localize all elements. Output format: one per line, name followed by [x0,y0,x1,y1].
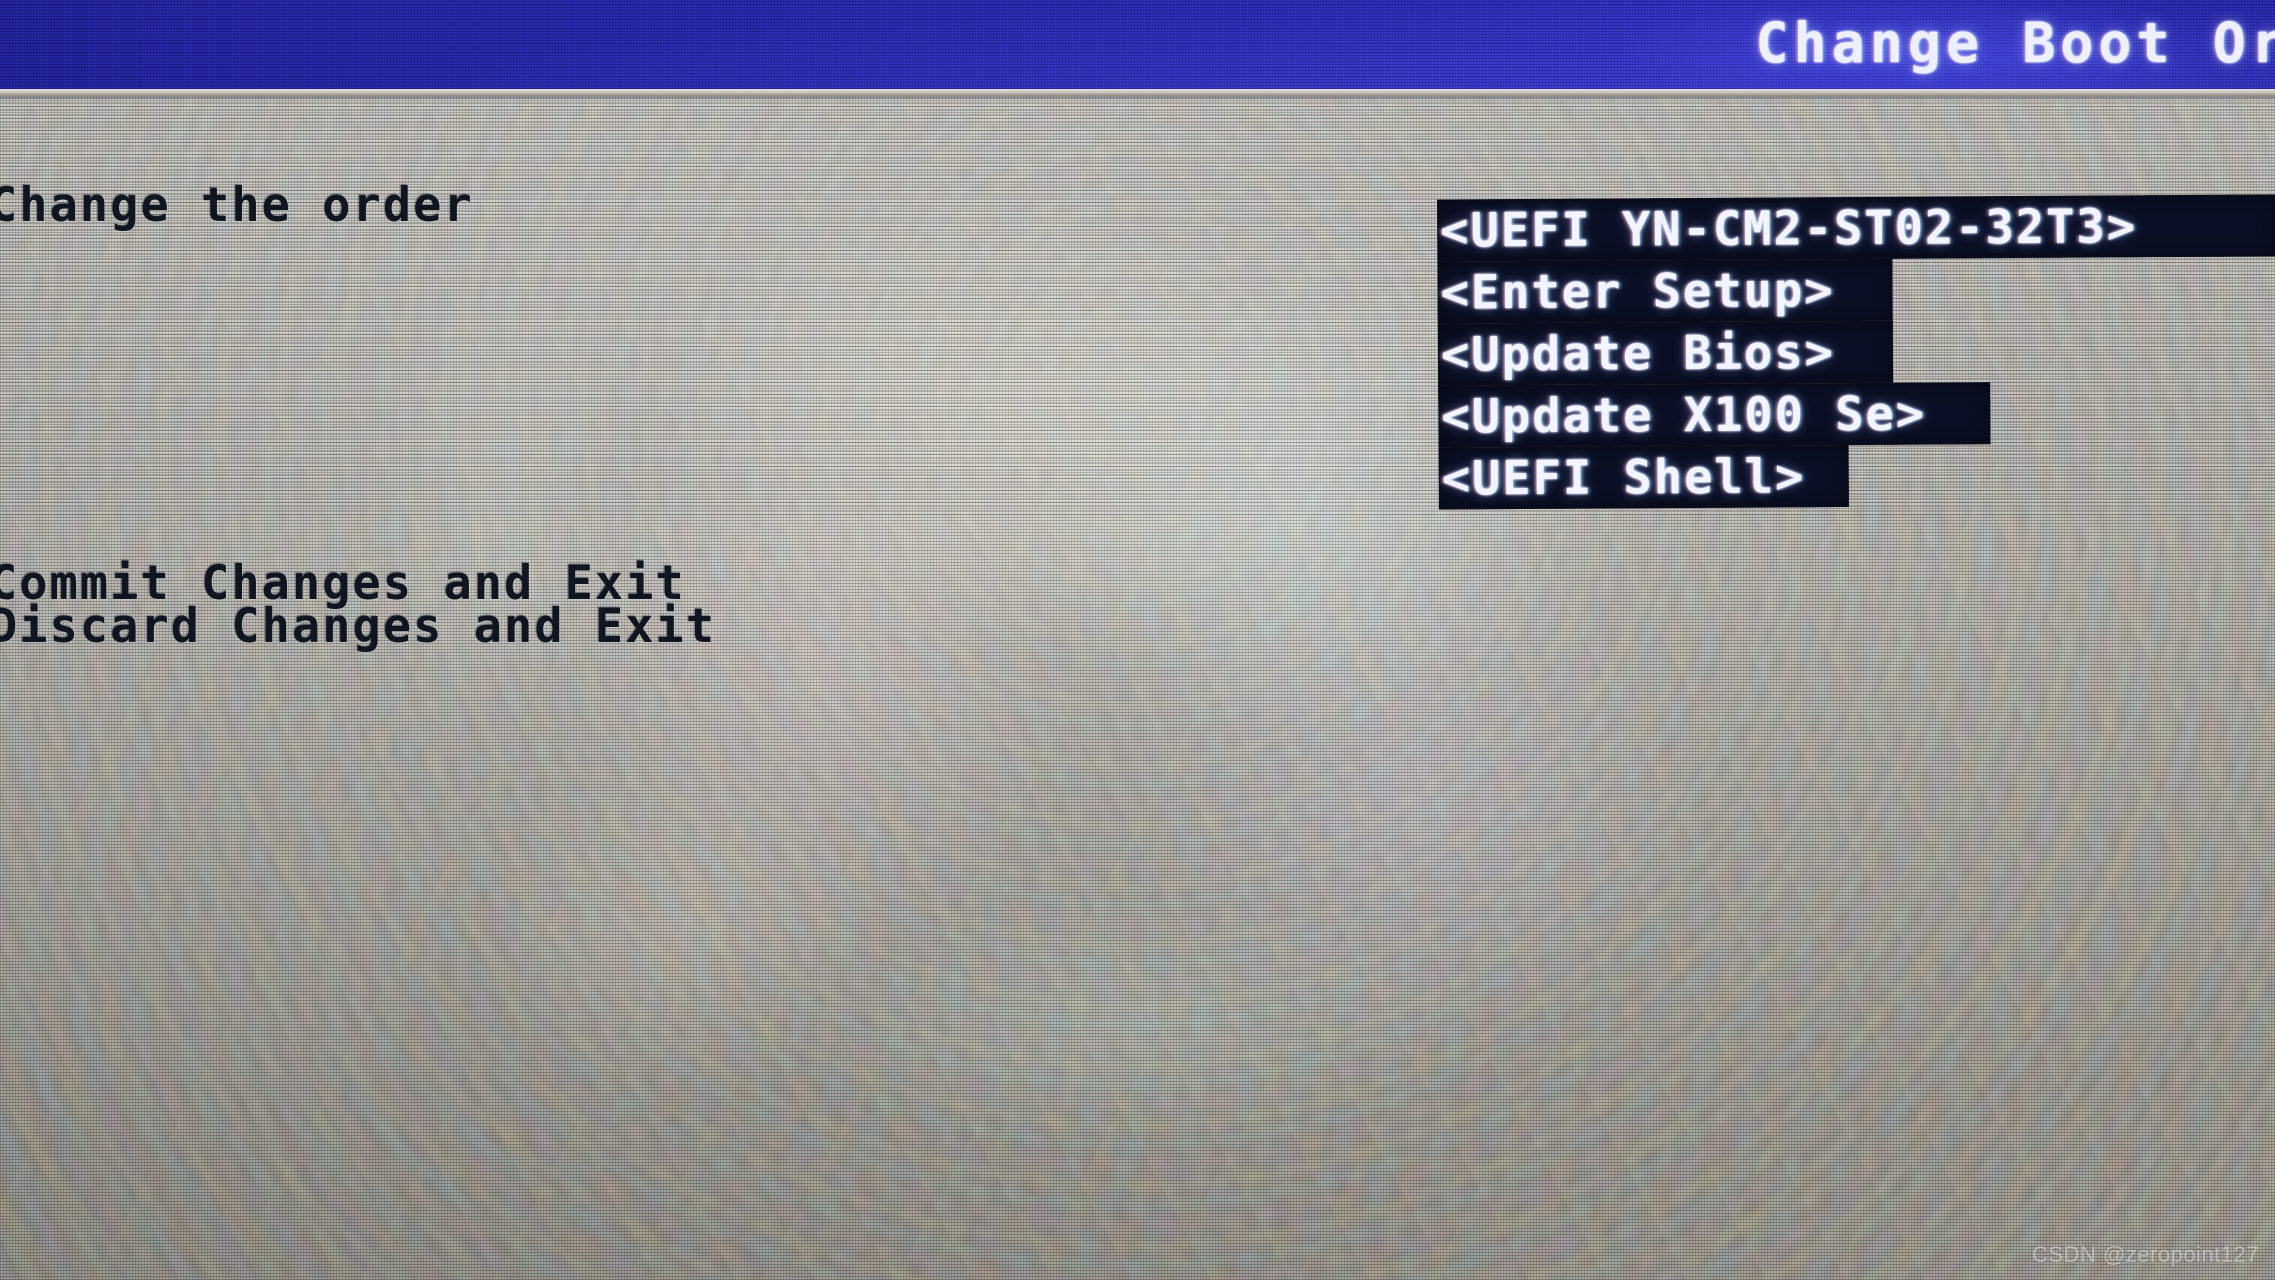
bios-screen: Change Boot Or Change the order Commit C… [0,0,2275,1280]
boot-option-label: <UEFI Shell> [1441,448,1806,507]
boot-option-row[interactable]: <Enter Setup> [1437,258,1893,324]
discard-changes-and-exit-item[interactable]: Discard Changes and Exit [0,599,716,654]
boot-option-label: <Enter Setup> [1440,262,1835,321]
boot-option-label: <UEFI YN-CM2-ST02-32T3> [1440,198,2138,259]
page-title: Change Boot Or [1755,11,2275,75]
boot-option-label: <Update X100 Se> [1441,386,1927,445]
title-bar-separator-shadow [0,96,2275,100]
instruction-label: Change the order [0,178,474,233]
boot-order-option-list[interactable]: <UEFI YN-CM2-ST02-32T3> <Enter Setup> <U… [1437,194,2275,521]
boot-option-label: <Update Bios> [1440,324,1835,383]
boot-option-row[interactable]: <Update Bios> [1437,320,1894,386]
title-bar-separator [0,89,2275,96]
boot-option-row[interactable]: <Update X100 Se> [1438,382,1991,448]
boot-option-row[interactable]: <UEFI Shell> [1438,445,1849,510]
watermark-text: CSDN @zeropoint127 [2032,1242,2259,1267]
boot-option-row[interactable]: <UEFI YN-CM2-ST02-32T3> [1437,194,2275,262]
